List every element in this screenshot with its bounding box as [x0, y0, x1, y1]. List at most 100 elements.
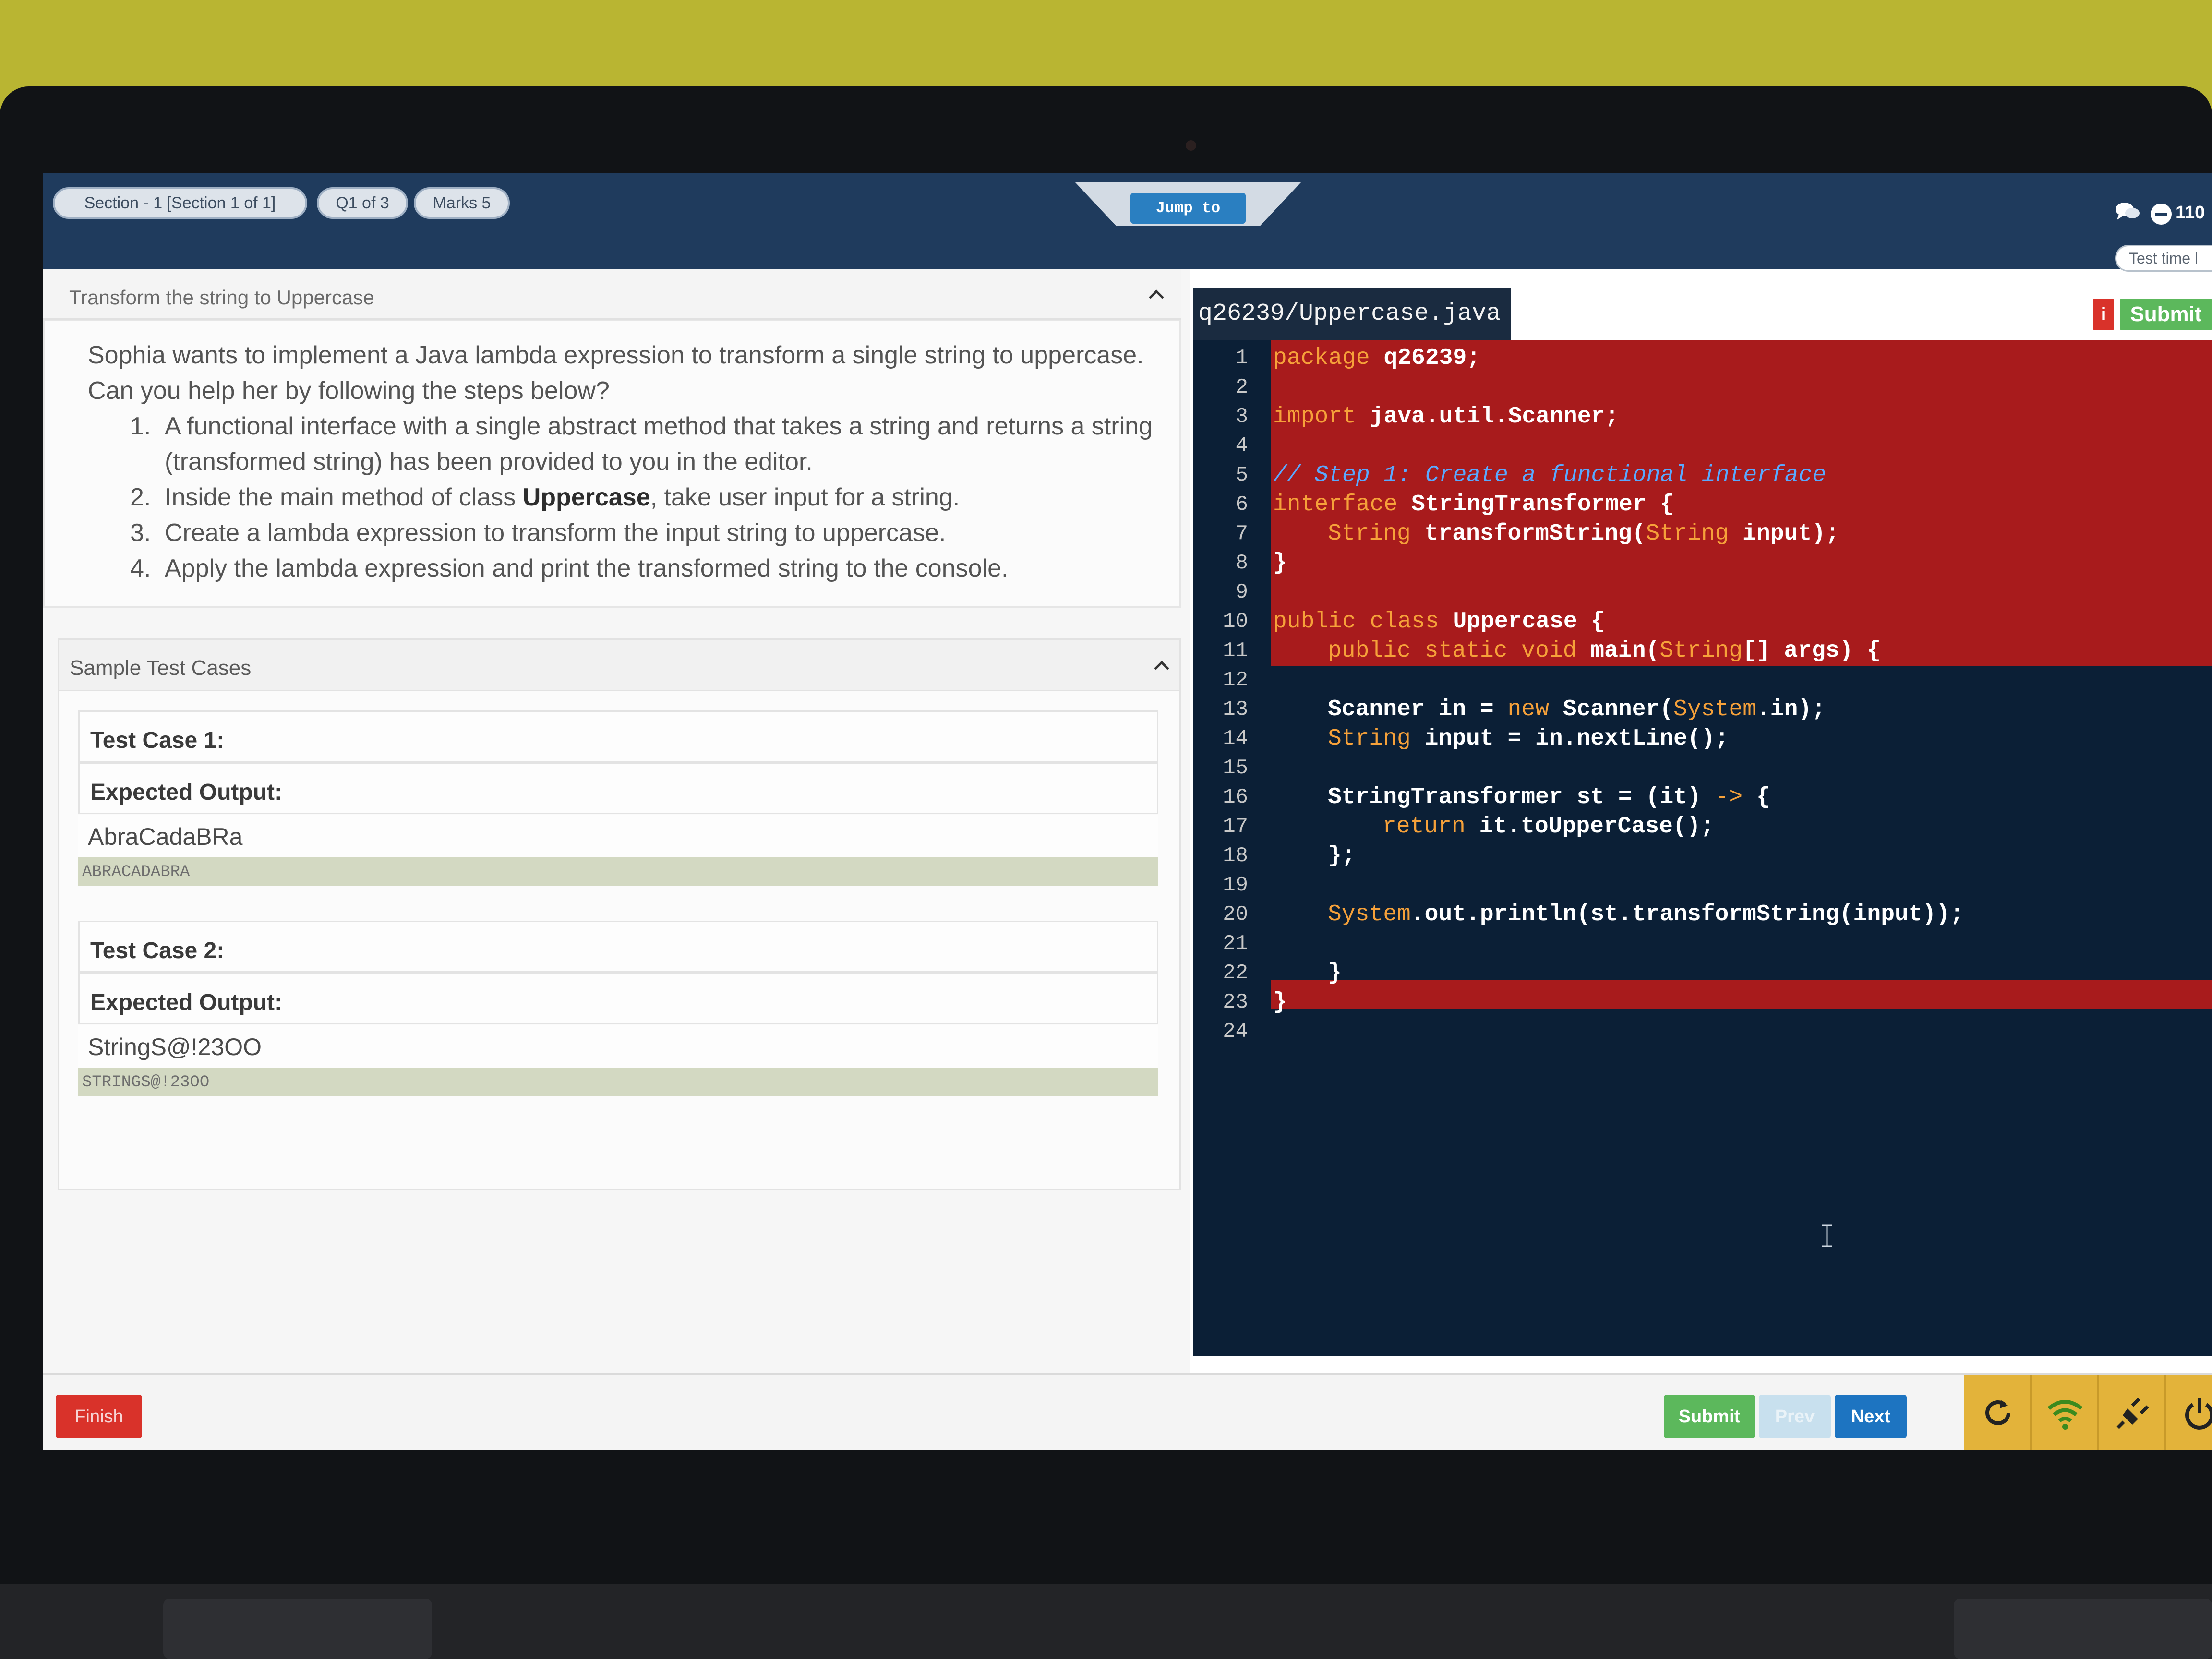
- timer-icon: [2151, 204, 2172, 225]
- step-item: 3. Create a lambda expression to transfo…: [88, 515, 1154, 551]
- line-number: 19: [1223, 873, 1248, 897]
- code-line: // Step 1: Create a functional interface: [1273, 462, 1827, 488]
- test-time-label: Test time l: [2115, 245, 2212, 272]
- test-input: StringS@!23OO: [78, 1025, 1158, 1068]
- code-line: public class Uppercase {: [1273, 609, 1605, 635]
- step-text-after: , take user input for a string.: [650, 483, 960, 511]
- line-number: 22: [1223, 961, 1248, 985]
- question-header[interactable]: Transform the string to Uppercase: [43, 269, 1181, 320]
- step-item: 4. Apply the lambda expression and print…: [88, 551, 1154, 586]
- line-number: 18: [1223, 844, 1248, 868]
- question-title: Transform the string to Uppercase: [69, 286, 374, 309]
- question-intro: Sophia wants to implement a Java lambda …: [88, 341, 1144, 405]
- plug-icon: [2116, 1397, 2149, 1429]
- line-number: 13: [1223, 697, 1248, 721]
- line-number: 2: [1235, 375, 1248, 399]
- test-input-text: AbraCadaBRa: [88, 823, 243, 850]
- test-case-1-header: Test Case 1:: [78, 710, 1158, 762]
- hinge-left: [163, 1599, 432, 1659]
- editor-submit-button[interactable]: Submit: [2120, 299, 2212, 330]
- collapse-tests-icon[interactable]: [1154, 661, 1169, 676]
- line-number: 23: [1223, 990, 1248, 1014]
- line-number: 11: [1223, 639, 1248, 663]
- line-number-gutter: 1 2 3 4 5 6 7 8 9 10 11 12 13 14 15 16 17 18 19 20 21 22 23 24: [1193, 340, 1265, 1356]
- step-item: 1. A functional interface with a single …: [88, 409, 1154, 480]
- test-output-text: STRINGS@!23OO: [82, 1073, 210, 1092]
- step-text-before: Inside the main method of class: [165, 483, 523, 511]
- line-number: 3: [1235, 405, 1248, 429]
- line-number: 21: [1223, 932, 1248, 956]
- step-number: 4.: [130, 554, 151, 582]
- question-steps: 1. A functional interface with a single …: [88, 409, 1154, 586]
- question-panel: Transform the string to Uppercase Sophia…: [43, 269, 1190, 1373]
- line-number: 7: [1235, 522, 1248, 546]
- code-line: }: [1273, 550, 1287, 576]
- expected-output-row: Expected Output:: [78, 762, 1158, 814]
- test-output: ABRACADABRA: [78, 857, 1158, 886]
- info-button[interactable]: i: [2093, 299, 2114, 330]
- collapse-question-icon[interactable]: [1149, 289, 1164, 305]
- step-text: A functional interface with a single abs…: [165, 412, 1153, 476]
- power-icon: [2185, 1398, 2212, 1430]
- code-line: public static void main(String[] args) {: [1328, 638, 1881, 664]
- code-line: Scanner in = new Scanner(System.in);: [1328, 697, 1826, 722]
- jump-to-button[interactable]: Jump to: [1130, 193, 1246, 224]
- expected-output-label: Expected Output:: [90, 990, 283, 1015]
- code-line: return it.toUpperCase();: [1382, 814, 1715, 840]
- text-cursor-icon: [1822, 1224, 1832, 1247]
- hinge-right: [1954, 1599, 2212, 1659]
- line-number: 8: [1235, 551, 1248, 575]
- test-input: AbraCadaBRa: [78, 815, 1158, 857]
- test-case-label: Test Case 2:: [90, 938, 225, 963]
- line-number: 1: [1235, 346, 1248, 370]
- refresh-icon: [1985, 1400, 2010, 1425]
- code-line: }: [1328, 960, 1342, 986]
- chat-icon[interactable]: [2115, 202, 2140, 222]
- step-class-name: Uppercase: [522, 483, 650, 511]
- wifi-button[interactable]: [2032, 1375, 2099, 1450]
- section-pill[interactable]: Section - 1 [Section 1 of 1]: [53, 187, 307, 219]
- code-line: };: [1328, 843, 1356, 869]
- finish-button[interactable]: Finish: [56, 1395, 142, 1438]
- step-number: 2.: [130, 483, 151, 511]
- top-bar: Section - 1 [Section 1 of 1] Q1 of 3 Mar…: [43, 173, 2212, 272]
- question-body: Sophia wants to implement a Java lambda …: [43, 320, 1181, 608]
- shutdown-button[interactable]: [2166, 1375, 2212, 1450]
- code-area[interactable]: 1 2 3 4 5 6 7 8 9 10 11 12 13 14 15 16 17 18 19 20 21 22 23 24 …: [1193, 340, 2212, 1356]
- submit-button[interactable]: Submit: [1664, 1395, 1755, 1438]
- refresh-button[interactable]: [1964, 1375, 2032, 1450]
- line-number: 24: [1223, 1020, 1248, 1044]
- line-number: 14: [1223, 727, 1248, 751]
- power-plug-button[interactable]: [2099, 1375, 2166, 1450]
- footer-bar: Finish Submit Prev Next: [43, 1373, 2212, 1450]
- sample-tests-header[interactable]: Sample Test Cases: [58, 638, 1181, 691]
- code-line: }: [1273, 989, 1287, 1015]
- code-line: package q26239;: [1273, 345, 1481, 371]
- next-button[interactable]: Next: [1835, 1395, 1907, 1438]
- code-line: String input = in.nextLine();: [1328, 726, 1729, 752]
- screen: Section - 1 [Section 1 of 1] Q1 of 3 Mar…: [43, 173, 2212, 1450]
- code-line: String transformString(String input);: [1328, 521, 1839, 547]
- test-output-text: ABRACADABRA: [82, 863, 190, 881]
- wifi-icon: [2047, 1400, 2083, 1430]
- code-editor: q26239/Uppercase.java i Submit 123456789…: [1193, 288, 2212, 1356]
- line-number: 17: [1223, 815, 1248, 839]
- code-line: StringTransformer st = (it) -> {: [1328, 784, 1770, 810]
- prev-button[interactable]: Prev: [1759, 1395, 1831, 1438]
- sample-tests-title: Sample Test Cases: [70, 656, 252, 680]
- step-text: Create a lambda expression to transform …: [165, 519, 946, 547]
- expected-output-row: Expected Output:: [78, 973, 1158, 1024]
- question-pill[interactable]: Q1 of 3: [317, 187, 408, 219]
- line-number: 10: [1223, 610, 1248, 634]
- expected-output-label: Expected Output:: [90, 780, 283, 805]
- step-number: 3.: [130, 519, 151, 547]
- webcam: [1186, 140, 1196, 151]
- timer-value: 110: [2176, 203, 2205, 223]
- test-output: STRINGS@!23OO: [78, 1068, 1158, 1096]
- step-text: Apply the lambda expression and print th…: [165, 554, 1009, 582]
- code-line: System.out.println(st.transformString(in…: [1328, 902, 1964, 927]
- marks-pill: Marks 5: [414, 187, 510, 219]
- file-tab[interactable]: q26239/Uppercase.java: [1193, 288, 1511, 340]
- line-number: 16: [1223, 785, 1248, 809]
- error-highlight: [1271, 980, 2212, 1009]
